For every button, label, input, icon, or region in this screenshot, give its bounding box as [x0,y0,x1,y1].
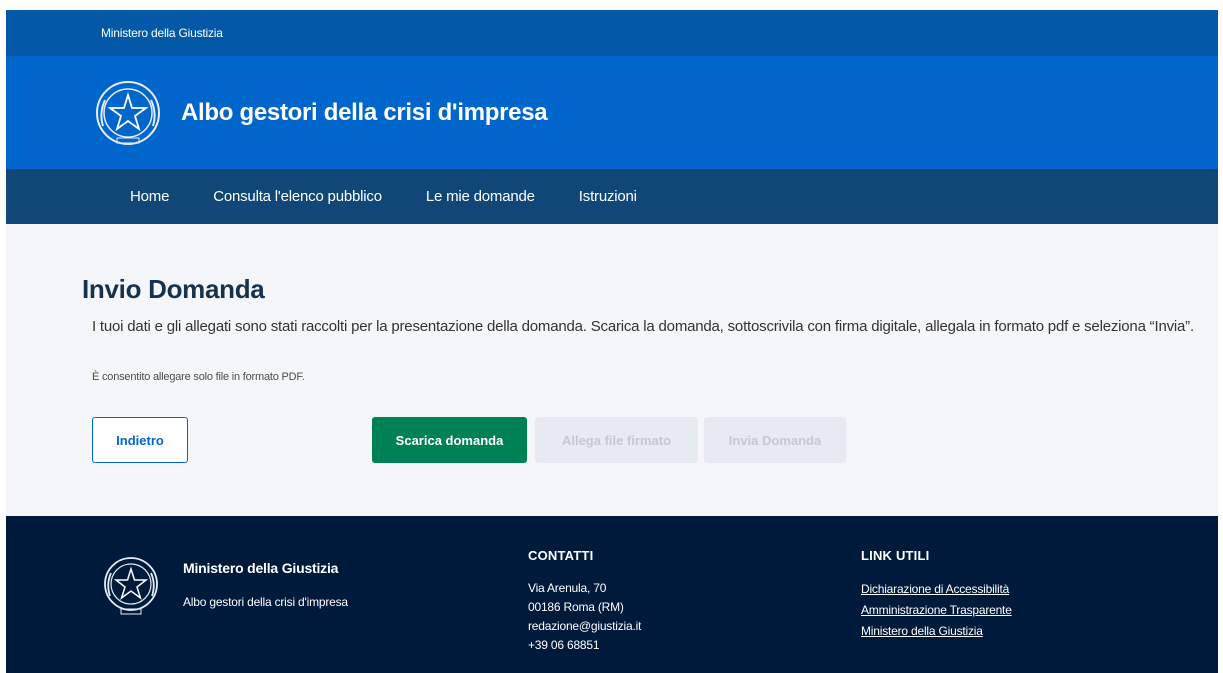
intro-text: I tuoi dati e gli allegati sono stati ra… [92,318,1194,335]
page-title: Invio Domanda [82,274,265,304]
footer-emblem-icon [104,557,158,615]
links-title: LINK UTILI [861,548,930,563]
footer-links: LINK UTILI Dichiarazione di Accessibilit… [861,548,1012,642]
contact-phone: +39 06 68851 [528,638,600,652]
nav-item-home[interactable]: Home [130,188,169,205]
nav-item-public-list[interactable]: Consulta l'elenco pubblico [213,188,382,205]
site-title[interactable]: Albo gestori della crisi d'impresa [181,99,548,127]
nav-item-instructions[interactable]: Istruzioni [579,188,637,205]
ministry-footer-link[interactable]: Ministero della Giustizia [861,621,1012,642]
contact-city: 00186 Roma (RM) [528,600,624,614]
nav-item-my-applications[interactable]: Le mie domande [426,188,535,205]
attach-signed-file-button[interactable]: Allega file firmato [535,417,698,463]
emblem-icon [96,80,160,145]
download-application-button[interactable]: Scarica domanda [372,417,527,463]
contact-email: redazione@giustizia.it [528,619,642,633]
footer-contacts: CONTATTI Via Arenula, 70 00186 Roma (RM)… [528,548,641,655]
contact-address: Via Arenula, 70 [528,581,607,595]
center-header: Albo gestori della crisi d'impresa [6,56,1218,169]
pdf-note: È consentito allegare solo file in forma… [92,371,305,383]
back-button[interactable]: Indietro [92,417,188,463]
page: Ministero della Giustizia Albo gestori d… [6,10,1218,673]
footer-site-name: Albo gestori della crisi d'impresa [183,595,348,609]
ministry-link[interactable]: Ministero della Giustizia [101,26,223,40]
main-nav: Home Consulta l'elenco pubblico Le mie d… [6,169,1218,224]
footer: Ministero della Giustizia Albo gestori d… [6,516,1218,673]
accessibility-link[interactable]: Dichiarazione di Accessibilità [861,579,1012,600]
slim-header: Ministero della Giustizia [6,10,1218,56]
contacts-title: CONTATTI [528,548,594,563]
footer-org-name: Ministero della Giustizia [183,560,339,576]
transparency-link[interactable]: Amministrazione Trasparente [861,600,1012,621]
main-content: Invio Domanda I tuoi dati e gli allegati… [6,224,1218,516]
send-application-button[interactable]: Invia Domanda [704,417,846,463]
